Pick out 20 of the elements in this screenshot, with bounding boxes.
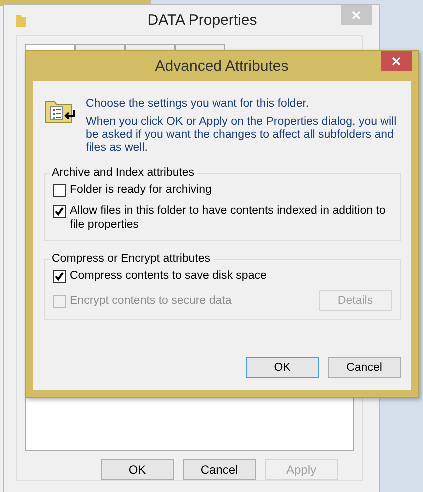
dialog-button[interactable]: Cancel (183, 459, 256, 480)
note-text: When you click OK or Apply on the Properties dialog, you will be asked if you want the changes to affect all subfolders and files as well. (86, 116, 398, 155)
dialog-button[interactable]: OK (246, 357, 319, 378)
checkbox[interactable] (53, 205, 66, 218)
group-title: Archive and Index attributes (51, 167, 196, 179)
close-icon (352, 10, 361, 20)
checkbox[interactable] (53, 184, 66, 197)
checkbox[interactable] (53, 270, 66, 283)
checkbox-label[interactable]: Allow files in this folder to have contents indexed in addition to file properties (70, 204, 392, 232)
group-title: Compress or Encrypt attributes (51, 253, 212, 265)
dialog-button[interactable]: Cancel (328, 357, 401, 378)
dialog-title: Advanced Attributes (155, 58, 289, 74)
intro-text: Choose the settings you want for this folder. (86, 98, 310, 110)
folder-icon (16, 14, 26, 26)
checkbox-label[interactable]: Compress contents to save disk space (70, 269, 267, 283)
close-icon (392, 56, 401, 66)
dialog-button[interactable]: OK (101, 459, 174, 480)
window-title: DATA Properties (148, 12, 258, 28)
checkbox-label[interactable]: Folder is ready for archiving (70, 183, 212, 197)
close-button[interactable] (381, 51, 412, 71)
